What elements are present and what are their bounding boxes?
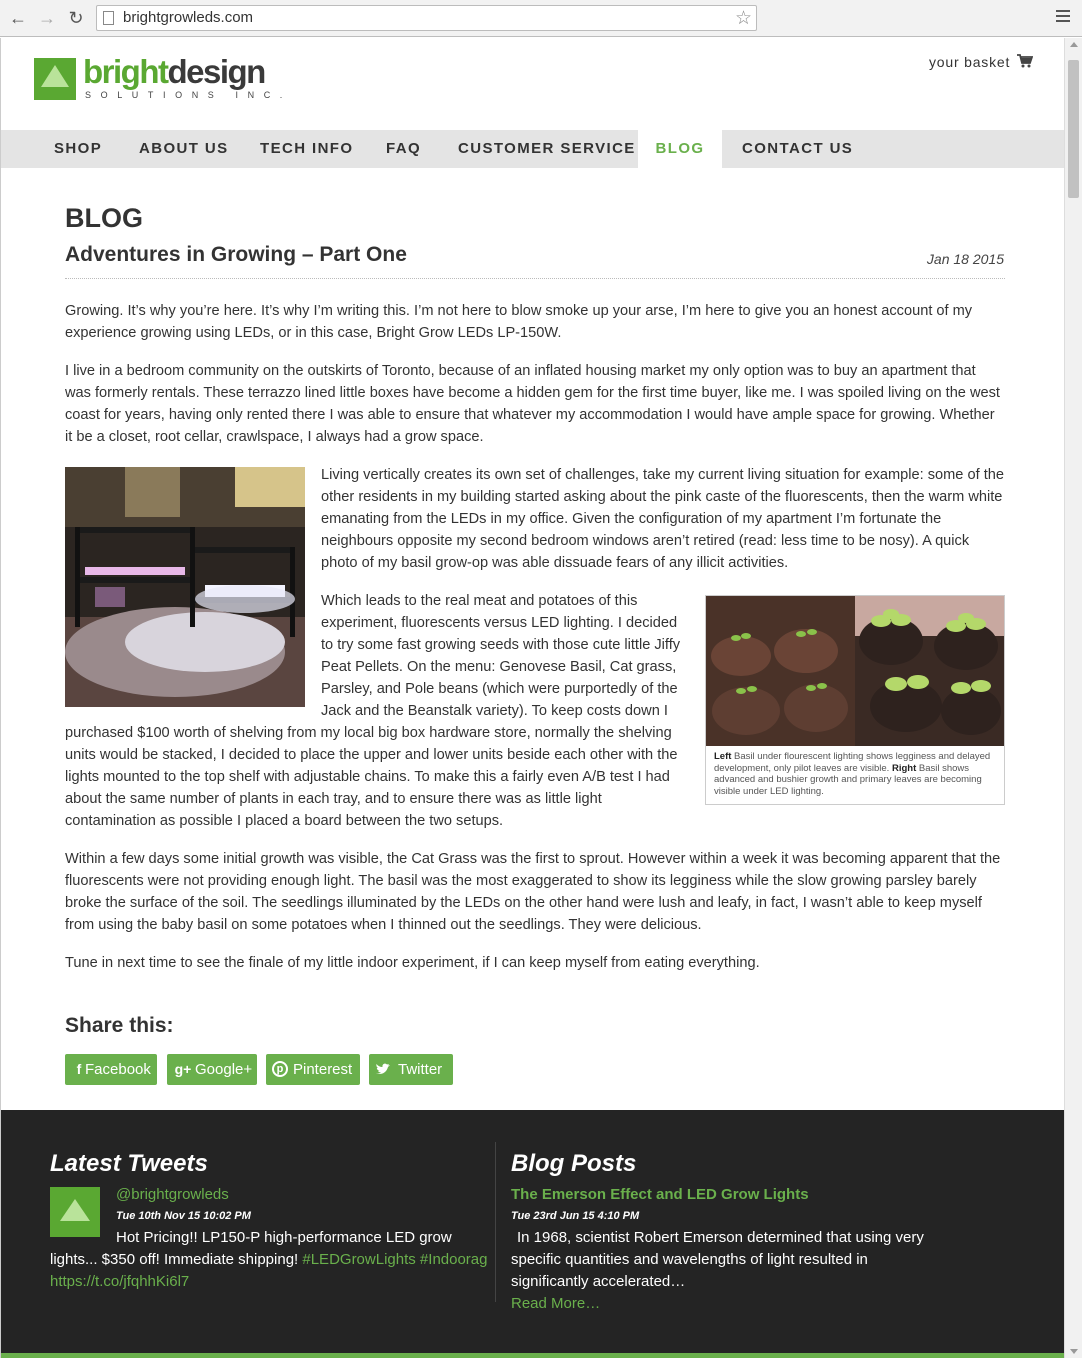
nav-blog[interactable]: BLOG <box>638 130 722 168</box>
twitter-share-button[interactable]: Twitter <box>369 1054 453 1085</box>
blog-post-timestamp: Tue 23rd Jun 15 4:10 PM <box>511 1210 640 1222</box>
nav-shop[interactable]: SHOP <box>54 130 102 168</box>
nav-contact-us[interactable]: CONTACT US <box>742 130 853 168</box>
latest-tweets-heading: Latest Tweets <box>50 1150 208 1177</box>
post-date: Jan 18 2015 <box>926 251 1004 267</box>
blog-post-title-link[interactable]: The Emerson Effect and LED Grow Lights <box>511 1186 809 1203</box>
back-arrow-icon[interactable]: ← <box>8 8 28 28</box>
footer-accent-bar <box>1 1353 1064 1358</box>
pinterest-share-button[interactable]: p Pinterest <box>266 1054 360 1085</box>
site-logo[interactable]: brightdesign SOLUTIONS INC. <box>34 54 294 104</box>
google-plus-icon: g+ <box>174 1061 192 1077</box>
url-text[interactable]: brightgrowleds.com <box>123 9 253 26</box>
google-plus-label: Google+ <box>195 1061 253 1078</box>
paragraph: Tune in next time to see the finale of m… <box>65 955 760 971</box>
browser-toolbar: ← → ↻ brightgrowleds.com ☆ <box>0 0 1082 37</box>
address-bar[interactable]: brightgrowleds.com ☆ <box>96 5 757 31</box>
section-heading: BLOG <box>65 203 143 233</box>
paragraph: I live in a bedroom community on the out… <box>65 363 1000 445</box>
nav-faq[interactable]: FAQ <box>386 130 421 168</box>
title-divider <box>65 278 1005 279</box>
facebook-icon: f <box>76 1061 82 1077</box>
nav-tech-info[interactable]: TECH INFO <box>260 130 353 168</box>
site-footer: Latest Tweets @brightgrowleds Tue 10th N… <box>1 1110 1064 1358</box>
forward-arrow-icon[interactable]: → <box>37 8 57 28</box>
scroll-up-icon[interactable] <box>1070 42 1078 47</box>
scrollbar[interactable] <box>1064 38 1082 1358</box>
post-title: Adventures in Growing – Part One <box>65 243 407 266</box>
footer-divider <box>495 1142 496 1302</box>
share-heading: Share this: <box>65 1014 174 1037</box>
tweet-text: Hot Pricing!! LP150-P high-performance L… <box>50 1229 488 1290</box>
page-icon <box>103 11 114 25</box>
scroll-down-icon[interactable] <box>1070 1349 1078 1354</box>
basket-link[interactable]: your basket <box>929 54 1010 70</box>
main-navigation: SHOP ABOUT US TECH INFO FAQ CUSTOMER SER… <box>1 130 1064 168</box>
facebook-share-button[interactable]: f Facebook <box>65 1054 157 1085</box>
shopping-cart-icon[interactable] <box>1017 54 1033 68</box>
tweet-link[interactable]: https://t.co/jfqhhKi6l7 <box>50 1273 189 1290</box>
tweet-timestamp: Tue 10th Nov 15 10:02 PM <box>116 1210 251 1222</box>
twitter-label: Twitter <box>398 1061 443 1078</box>
pinterest-label: Pinterest <box>293 1061 353 1078</box>
grow-setup-photo <box>65 467 305 707</box>
basil-comparison-photo <box>706 596 1004 746</box>
logo-mark-icon <box>34 58 76 100</box>
browser-menu-icon[interactable] <box>1056 10 1070 24</box>
post-body: Growing. It’s why you’re here. It’s why … <box>65 300 1005 990</box>
logo-wordmark: brightdesign <box>83 53 266 90</box>
blog-posts-heading: Blog Posts <box>511 1150 637 1177</box>
nav-about-us[interactable]: ABOUT US <box>139 130 229 168</box>
web-page: brightdesign SOLUTIONS INC. your basket … <box>0 38 1064 1358</box>
bookmark-star-icon[interactable]: ☆ <box>735 7 752 30</box>
nav-customer-service[interactable]: CUSTOMER SERVICE <box>458 130 636 168</box>
paragraph: Growing. It’s why you’re here. It’s why … <box>65 303 973 341</box>
facebook-label: Facebook <box>85 1061 151 1078</box>
google-plus-share-button[interactable]: g+ Google+ <box>167 1054 257 1085</box>
basil-comparison-figure: Left Basil under flourescent lighting sh… <box>705 595 1005 805</box>
tweet-hashtags[interactable]: #LEDGrowLights #Indoorag <box>302 1251 487 1268</box>
twitter-icon <box>376 1063 390 1074</box>
paragraph: Within a few days some initial growth wa… <box>65 851 1001 933</box>
tweet-handle-link[interactable]: @brightgrowleds <box>116 1186 229 1203</box>
scrollbar-thumb[interactable] <box>1068 60 1079 198</box>
logo-tagline: SOLUTIONS INC. <box>85 90 292 100</box>
figure-caption: Left Basil under flourescent lighting sh… <box>714 751 991 797</box>
pinterest-icon: p <box>272 1061 288 1077</box>
blog-post-excerpt: In 1968, scientist Robert Emerson determ… <box>511 1229 924 1290</box>
read-more-link[interactable]: Read More… <box>511 1295 600 1312</box>
reload-icon[interactable]: ↻ <box>66 8 86 28</box>
